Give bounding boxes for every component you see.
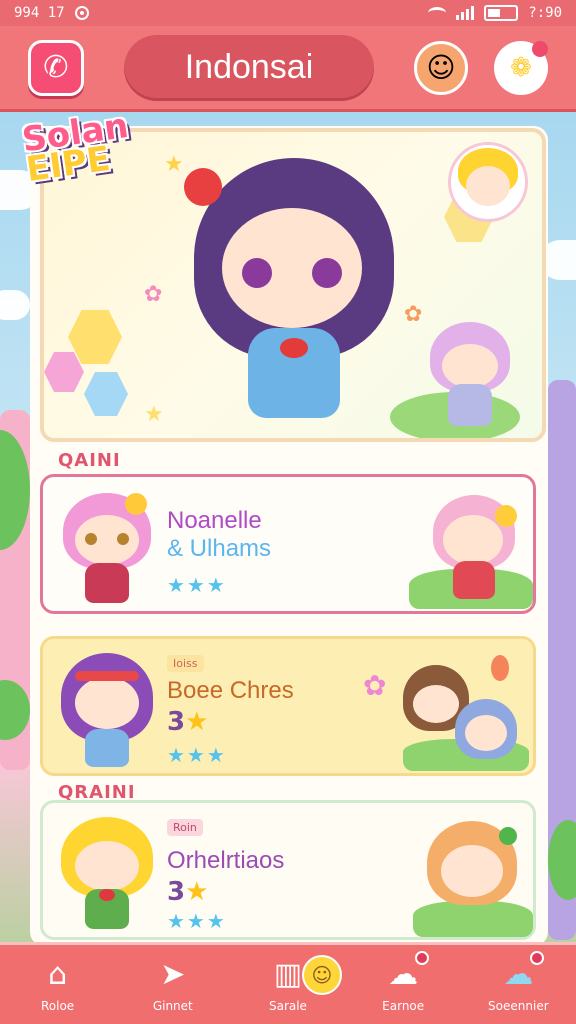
side-character-illustration: [390, 322, 520, 438]
character-card[interactable]: Roin Orhelrtiaos 3★ ★★★: [40, 800, 536, 940]
card-level: 3★: [167, 707, 208, 737]
nav-label: Roloe: [40, 998, 75, 1013]
notification-badge: [530, 950, 545, 965]
signal-icon: [456, 6, 475, 20]
user-icon: ☁: [383, 950, 430, 993]
status-bar: 994 17 ?:90: [0, 0, 576, 26]
character-card[interactable]: Ioiss Boee Chres 3★ ★★★ ✿: [40, 636, 536, 776]
hexagon-decoration: [44, 352, 84, 392]
battery-icon: [484, 5, 519, 21]
card-pet-illustration: [403, 655, 533, 765]
app-header: ✆ Indonsai ☺ ❁: [0, 26, 576, 112]
nav-label: Ginnet: [152, 998, 193, 1013]
page-title-text: Indonsai: [184, 48, 314, 86]
level-number: 3: [167, 707, 186, 737]
wifi-icon: [428, 7, 447, 19]
card-title: Noanelle & Ulhams: [167, 507, 271, 563]
notification-badge: [532, 40, 548, 57]
card-character-illustration: [57, 813, 157, 933]
star-decoration: ★: [144, 402, 164, 427]
sticker-character-illustration: [448, 142, 528, 222]
star-decoration: ★: [164, 152, 184, 177]
status-clock: ?:90: [528, 5, 562, 21]
phone-icon: ✆: [43, 50, 69, 85]
status-time: 994 17: [14, 5, 65, 21]
chick-chat-icon: ❁: [510, 52, 532, 83]
rating-stars: ★★★: [167, 743, 227, 767]
nav-item-arrow[interactable]: ➤ Ginnet: [125, 957, 221, 1013]
smiley-face-icon: ☺: [426, 51, 456, 84]
chick-face-icon: ☺: [301, 954, 342, 995]
card-tag: Ioiss: [167, 655, 204, 672]
nav-item-home[interactable]: ⌂ Roloe: [10, 957, 106, 1013]
card-character-illustration: [57, 649, 157, 769]
hero-banner[interactable]: ★ ✿ ✿ ★: [40, 128, 546, 442]
rating-stars: ★★★: [167, 909, 227, 933]
cloud-icon: ☁: [498, 950, 545, 993]
card-side-character-illustration: [423, 817, 523, 927]
card-title-line-2: & Ulhams: [167, 535, 272, 562]
nav-item-cloud[interactable]: ☁ Soeennier: [470, 950, 566, 1013]
phone-button[interactable]: ✆: [28, 39, 84, 96]
chat-button[interactable]: ❁: [494, 40, 548, 95]
card-title-line-1: Noanelle: [167, 507, 262, 534]
star-icon: ★: [185, 877, 209, 907]
main-character-illustration: [184, 148, 404, 438]
level-number: 3: [167, 877, 186, 907]
notification-badge: [415, 950, 430, 965]
notification-icon: [74, 6, 89, 20]
hexagon-decoration: [68, 310, 122, 364]
card-title: Orhelrtiaos: [167, 847, 285, 874]
flower-decoration: ✿: [363, 669, 387, 702]
page-title: Indonsai: [124, 34, 374, 101]
bottom-navigation: ⌂ Roloe ➤ Ginnet ▥ ☺ Sarale ☁ Earnoe ☁ So…: [0, 942, 576, 1024]
card-side-character-illustration: [429, 491, 519, 601]
star-icon: ★: [185, 707, 209, 737]
rating-stars: ★★★: [167, 573, 227, 597]
nav-label: Soeennier: [488, 998, 549, 1013]
nav-item-store[interactable]: ▥ ☺ Sarale: [240, 954, 342, 1013]
nav-label: Sarale: [268, 998, 307, 1013]
nav-label: Earnoe: [382, 998, 425, 1013]
star-decoration: ✿: [144, 282, 163, 307]
card-title: Boee Chres: [167, 677, 294, 704]
emoji-button[interactable]: ☺: [414, 40, 468, 95]
hexagon-decoration: [84, 372, 128, 416]
nav-item-profile[interactable]: ☁ Earnoe: [355, 950, 451, 1013]
card-tag: Roin: [167, 819, 203, 836]
store-icon: ▥ ☺: [268, 954, 342, 995]
card-character-illustration: [57, 489, 157, 605]
arrow-icon: ➤: [160, 957, 186, 992]
card-level: 3★: [167, 877, 208, 907]
section-heading: QAINI: [58, 450, 121, 471]
character-card[interactable]: Noanelle & Ulhams ★★★: [40, 474, 536, 614]
home-icon: ⌂: [48, 957, 68, 992]
